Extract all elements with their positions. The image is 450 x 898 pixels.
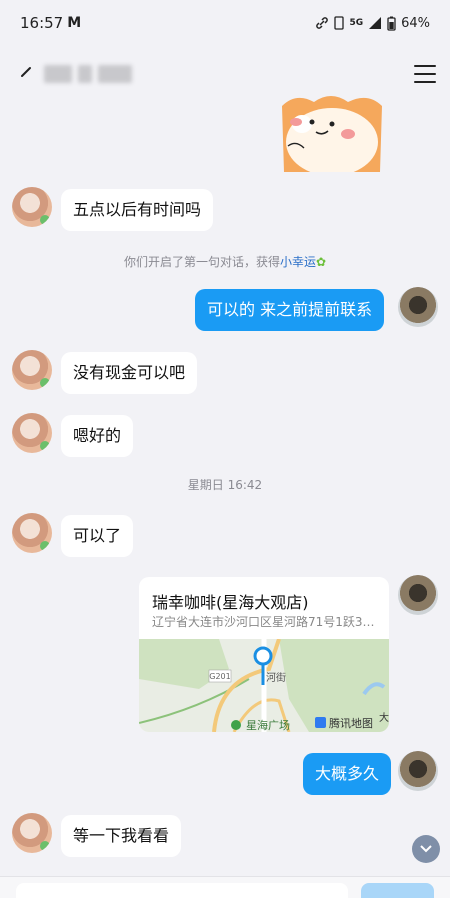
menu-icon[interactable]: [414, 65, 436, 83]
map-corner-label: 大: [379, 711, 389, 724]
cat-sticker: [282, 96, 382, 172]
message-bubble-incoming[interactable]: 五点以后有时间吗: [61, 189, 214, 231]
scroll-down-button[interactable]: [412, 835, 440, 863]
my-avatar[interactable]: [398, 751, 438, 791]
send-button[interactable]: [361, 883, 434, 898]
message-bubble-outgoing[interactable]: 大概多久: [303, 753, 392, 795]
map-brand-label: 腾讯地图: [329, 716, 373, 730]
location-title: 瑞幸咖啡(星海大观店): [152, 593, 309, 612]
status-time: 16:57: [20, 14, 64, 32]
chevron-down-icon: [420, 845, 432, 853]
location-map: G201 河街 星海广场 腾讯地图 大: [139, 639, 389, 732]
my-avatar[interactable]: [398, 287, 438, 327]
input-bar: [0, 876, 450, 898]
chat-header: [0, 46, 450, 102]
map-road-label: G201: [209, 672, 230, 681]
location-address: 辽宁省大连市沙河口区星河路71号1跃3层…: [152, 615, 382, 629]
system-notice: 你们开启了第一句对话，获得小幸运✿: [0, 253, 450, 270]
battery-percent: 64%: [401, 15, 430, 31]
mail-icon: M: [67, 15, 82, 31]
signal-icon: [369, 17, 382, 29]
status-bar: 16:57 M 5G 64%: [0, 0, 450, 46]
back-icon[interactable]: [14, 62, 38, 86]
message-bubble-incoming[interactable]: 没有现金可以吧: [61, 352, 198, 394]
clover-icon: ✿: [315, 255, 327, 269]
location-card[interactable]: 瑞幸咖啡(星海大观店) 辽宁省大连市沙河口区星河路71号1跃3层… G201 河…: [139, 577, 389, 732]
contact-name-redacted: [44, 65, 132, 83]
status-icons: 5G 64%: [315, 16, 430, 31]
contact-avatar[interactable]: [12, 513, 52, 553]
battery-icon: [387, 16, 396, 31]
message-bubble-incoming[interactable]: 等一下我看看: [61, 815, 182, 857]
map-place-label: 星海广场: [246, 718, 290, 732]
system-notice-text: 你们开启了第一句对话，获得: [123, 255, 280, 269]
my-avatar[interactable]: [398, 575, 438, 615]
lucky-link[interactable]: 小幸运: [280, 255, 316, 269]
message-bubble-incoming[interactable]: 嗯好的: [61, 415, 134, 457]
message-bubble-outgoing[interactable]: 可以的 来之前提前联系: [195, 289, 385, 331]
sim-icon: [334, 16, 345, 30]
contact-avatar[interactable]: [12, 350, 52, 390]
link-icon: [316, 17, 329, 29]
message-bubble-incoming[interactable]: 可以了: [61, 515, 134, 557]
message-input[interactable]: [16, 883, 348, 898]
contact-avatar[interactable]: [12, 813, 52, 853]
map-street-label: 河街: [266, 671, 286, 684]
timestamp: 星期日 16:42: [187, 478, 263, 492]
network-label: 5G: [349, 18, 364, 28]
contact-avatar[interactable]: [12, 187, 52, 227]
contact-avatar[interactable]: [12, 413, 52, 453]
